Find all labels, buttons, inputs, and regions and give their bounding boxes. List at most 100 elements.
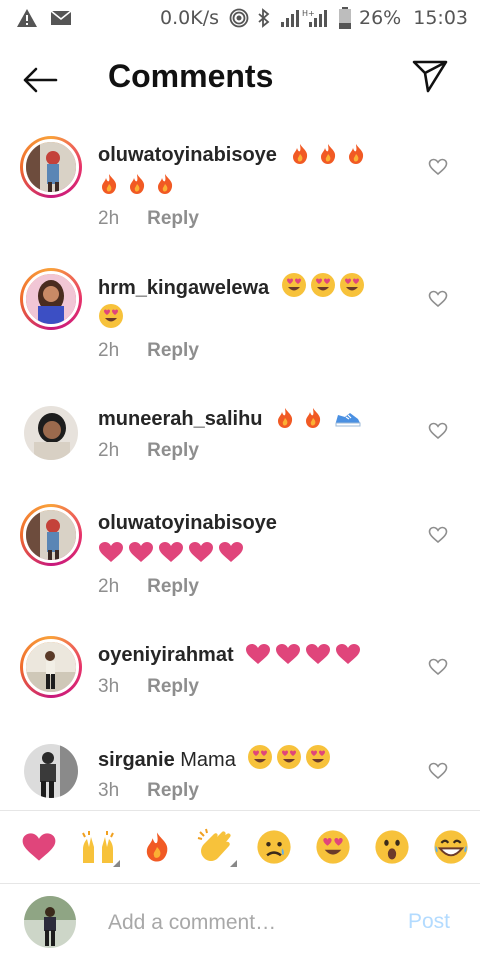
comment-time: 3h [98, 676, 120, 697]
heart-outline-icon[interactable] [428, 290, 448, 308]
avatar[interactable] [24, 406, 78, 460]
comment-time: 2h [98, 440, 120, 461]
comment-username[interactable]: muneerah_salihu [98, 408, 263, 430]
avatar[interactable] [24, 744, 78, 798]
arrow-left-icon [23, 67, 58, 93]
comment-username[interactable]: hrm_kingawelewa [98, 277, 269, 299]
comment-time: 2h [98, 576, 120, 597]
heart-eyes-icon [277, 745, 302, 769]
reply-button[interactable]: Reply [147, 676, 199, 698]
clock: 15:03 [413, 7, 468, 29]
comment-time: 3h [98, 780, 120, 801]
comment-body: Mama [180, 749, 236, 771]
back-button[interactable] [22, 62, 62, 98]
comment-text: oluwatoyinabisoye [98, 508, 398, 568]
heart-icon [99, 542, 123, 562]
comment-input[interactable] [108, 906, 388, 940]
comment-text: hrm_kingawelewa [98, 272, 398, 334]
comment-meta: 2h Reply [98, 208, 199, 230]
reply-button[interactable]: Reply [147, 340, 199, 362]
comment-time: 2h [98, 208, 120, 229]
comment-meta: 2h Reply [98, 440, 199, 462]
avatar[interactable] [20, 636, 82, 698]
reaction-grinning-face[interactable] [421, 819, 480, 875]
warning-icon [17, 9, 37, 27]
heart-icon [306, 644, 331, 664]
reaction-surprised-face[interactable] [363, 819, 422, 875]
comment-text: muneerah_salihu [98, 404, 398, 434]
quick-reactions-bar [0, 810, 480, 884]
raised-hands-icon [82, 831, 115, 863]
heart-outline-icon[interactable] [428, 762, 448, 780]
comment-username[interactable]: oluwatoyinabisoye [98, 144, 277, 166]
fire-icon [292, 144, 307, 164]
heart-eyes-icon [248, 745, 273, 769]
bluetooth-icon [258, 8, 270, 28]
heart-outline-icon[interactable] [428, 158, 448, 176]
heart-icon [336, 644, 361, 664]
svg-text:H+: H+ [302, 9, 315, 18]
heart-eyes-icon [310, 273, 335, 297]
direct-share-button[interactable] [412, 58, 452, 98]
network-speed: 0.0K/s [160, 7, 219, 29]
fire-icon [348, 144, 363, 164]
emoji-group [239, 644, 361, 666]
emoji-group [98, 542, 244, 564]
reaction-heart-eyes[interactable] [304, 819, 363, 875]
comment-text: oyeniyirahmat [98, 640, 398, 670]
heart-outline-icon[interactable] [428, 658, 448, 676]
heart-icon [246, 644, 271, 664]
surprised-face-icon [375, 830, 409, 864]
heart-outline-icon[interactable] [428, 526, 448, 544]
emoji-group [268, 408, 362, 430]
sneaker-icon [335, 413, 361, 427]
fire-icon [278, 408, 293, 428]
heart-eyes-icon [306, 745, 331, 769]
avatar[interactable] [20, 504, 82, 566]
comment-meta: 2h Reply [98, 340, 199, 362]
heart-icon [276, 644, 301, 664]
top-bar: Comments [0, 44, 480, 116]
emoji-group [241, 745, 331, 771]
heart-icon [23, 833, 56, 861]
heart-icon [189, 542, 213, 562]
battery-icon [339, 7, 351, 29]
fire-icon [102, 174, 117, 194]
signal-icon: H+ [281, 9, 327, 27]
status-bar: 0.0K/s H+ 26% 15:03 [0, 0, 480, 36]
reply-button[interactable]: Reply [147, 440, 199, 462]
battery-percent: 26% [359, 7, 402, 29]
fire-icon [306, 408, 321, 428]
grinning-face-icon [434, 830, 468, 864]
reply-button[interactable]: Reply [147, 208, 199, 230]
comment-username[interactable]: oluwatoyinabisoye [98, 512, 277, 534]
fire-icon [158, 174, 173, 194]
heart-icon [129, 542, 153, 562]
reply-button[interactable]: Reply [147, 576, 199, 598]
reaction-heart[interactable] [10, 819, 69, 875]
reaction-sad-face[interactable] [245, 819, 304, 875]
comment-username[interactable]: oyeniyirahmat [98, 644, 234, 666]
comment-meta: 3h Reply [98, 780, 199, 802]
heart-icon [219, 542, 243, 562]
heart-eyes-icon [281, 273, 306, 297]
fire-icon [130, 174, 145, 194]
heart-icon [159, 542, 183, 562]
comment-text: sirganie Mama [98, 744, 398, 775]
hotspot-icon [229, 8, 249, 28]
paper-plane-icon [412, 60, 448, 93]
reply-button[interactable]: Reply [147, 780, 199, 802]
reaction-fire[interactable] [128, 819, 187, 875]
comment-username[interactable]: sirganie [98, 749, 175, 771]
comment-time: 2h [98, 340, 120, 361]
heart-outline-icon[interactable] [428, 422, 448, 440]
avatar[interactable] [20, 136, 82, 198]
sad-face-icon [257, 830, 291, 864]
reaction-raised-hands[interactable] [69, 819, 128, 875]
heart-eyes-icon [99, 304, 123, 328]
avatar[interactable] [20, 268, 82, 330]
heart-eyes-icon [339, 273, 364, 297]
reaction-clapping-hands[interactable] [186, 819, 245, 875]
fire-icon [146, 832, 168, 862]
post-button[interactable]: Post [408, 910, 450, 934]
